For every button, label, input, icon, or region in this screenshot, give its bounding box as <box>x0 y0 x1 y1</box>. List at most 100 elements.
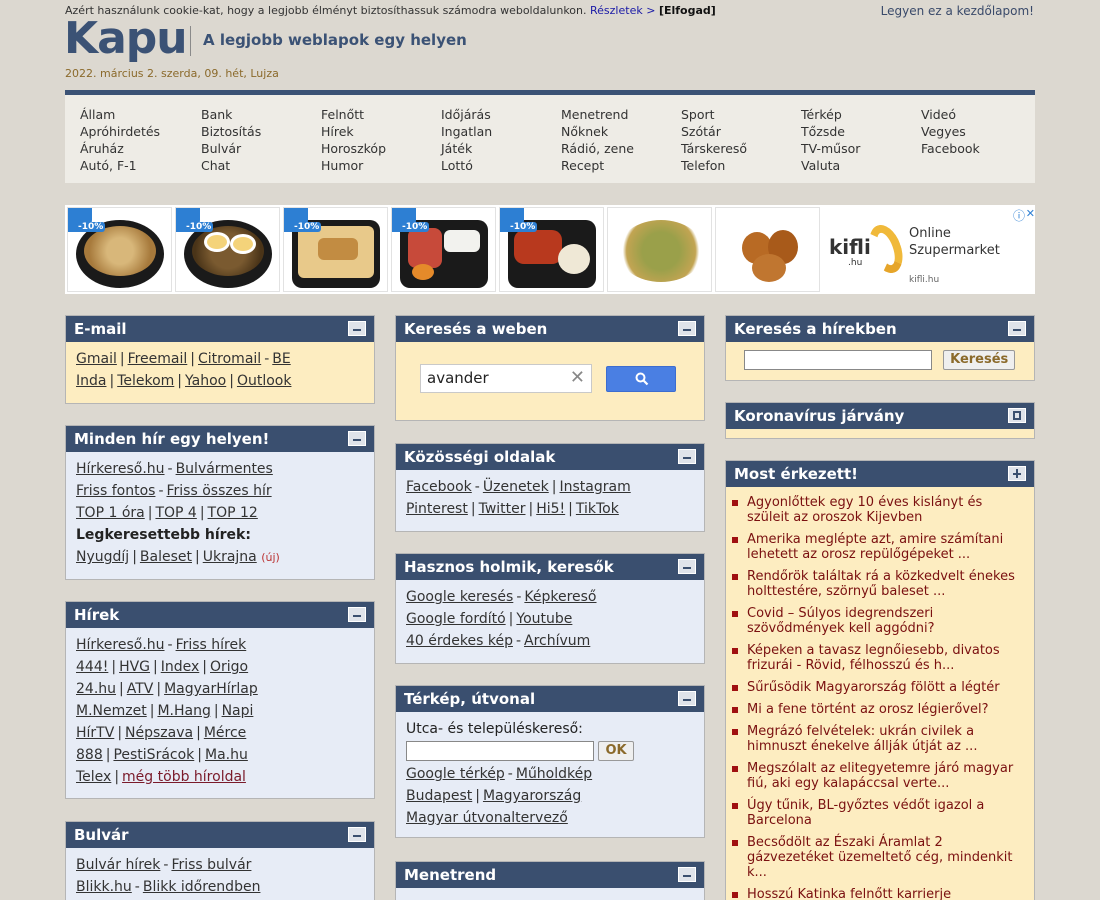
clear-icon[interactable]: ✕ <box>570 367 585 388</box>
minimize-icon[interactable] <box>678 867 696 882</box>
nav-link[interactable]: Telex <box>76 769 111 785</box>
nav-link[interactable]: Google keresés <box>406 589 513 605</box>
nav-link[interactable]: 24.hu <box>76 681 116 697</box>
nav-link[interactable]: M.Hang <box>157 703 210 719</box>
nav-link[interactable]: Képkereső <box>524 589 596 605</box>
news-item[interactable]: Agyonlőttek egy 10 éves kislányt és szül… <box>732 495 1022 525</box>
news-item[interactable]: Képeken a tavasz legnőiesebb, divatos fr… <box>732 643 1022 673</box>
minimize-icon[interactable] <box>348 431 366 446</box>
nav-link[interactable]: Hírkereső.hu <box>76 461 165 477</box>
nav-link[interactable]: BE <box>272 351 290 367</box>
nav-link[interactable]: Társkereső <box>681 140 747 157</box>
nav-link[interactable]: Hírkereső.hu <box>76 637 165 653</box>
news-item[interactable]: Megszólalt az elitegyetemre járó magyar … <box>732 761 1022 791</box>
ad-product-image[interactable] <box>715 207 820 292</box>
news-item[interactable]: Becsődölt az Északi Áramlat 2 gázvezeték… <box>732 835 1022 880</box>
minimize-icon[interactable] <box>348 321 366 336</box>
nav-link[interactable]: Hírek <box>321 123 386 140</box>
nav-link[interactable]: Chat <box>201 157 261 174</box>
nav-link[interactable]: Telefon <box>681 157 747 174</box>
nav-link[interactable]: még több híroldal <box>122 769 246 785</box>
ad-product-image[interactable]: -10% <box>391 207 496 292</box>
news-search-button[interactable]: Keresés <box>943 349 1016 370</box>
nav-link[interactable]: Blikk időrendben <box>143 879 261 895</box>
web-search-button[interactable] <box>606 366 676 392</box>
minimize-icon[interactable] <box>348 607 366 622</box>
nav-link[interactable]: Youtube <box>516 611 572 627</box>
nav-link[interactable]: Inda <box>76 373 106 389</box>
ad-product-image[interactable]: -10% <box>283 207 388 292</box>
nav-link[interactable]: Friss összes hír <box>167 483 272 499</box>
nav-link[interactable]: PestiSrácok <box>113 747 194 763</box>
news-item[interactable]: Hosszú Katinka felnőtt karrierje <box>732 887 1022 900</box>
nav-link[interactable]: Recept <box>561 157 634 174</box>
nav-link[interactable]: Nyugdíj <box>76 549 129 565</box>
news-item[interactable]: Sűrűsödik Magyarország fölött a légtér <box>732 680 1022 695</box>
nav-link[interactable]: Üzenetek <box>483 479 549 495</box>
nav-link[interactable]: Menetrend <box>561 106 634 123</box>
nav-link[interactable]: Időjárás <box>441 106 492 123</box>
nav-link[interactable]: Gmail <box>76 351 117 367</box>
nav-link[interactable]: Szótár <box>681 123 747 140</box>
ad-product-image[interactable]: -10% <box>175 207 280 292</box>
maximize-icon[interactable] <box>1008 408 1026 423</box>
nav-link[interactable]: Index <box>161 659 200 675</box>
nav-link[interactable]: M.Nemzet <box>76 703 147 719</box>
cookie-accept-button[interactable]: [Elfogad] <box>659 4 716 17</box>
expand-icon[interactable] <box>1008 466 1026 481</box>
nav-link[interactable]: Állam <box>80 106 160 123</box>
nav-link[interactable]: Freemail <box>128 351 188 367</box>
minimize-icon[interactable] <box>678 321 696 336</box>
nav-link[interactable]: Google térkép <box>406 766 505 782</box>
nav-link[interactable]: TOP 4 <box>155 505 196 521</box>
minimize-icon[interactable] <box>348 827 366 842</box>
nav-link[interactable]: Apróhirdetés <box>80 123 160 140</box>
nav-link[interactable]: Google fordító <box>406 611 506 627</box>
nav-link[interactable]: 888 <box>76 747 103 763</box>
news-item[interactable]: Amerika megléptе azt, amire számítani le… <box>732 532 1022 562</box>
nav-link[interactable]: Bulvármentes <box>176 461 273 477</box>
nav-link[interactable]: TV-műsor <box>801 140 860 157</box>
nav-link[interactable]: 40 érdekes kép <box>406 633 513 649</box>
nav-link[interactable]: Origo <box>210 659 248 675</box>
nav-link[interactable]: ATV <box>127 681 154 697</box>
nav-link[interactable]: MagyarHírlap <box>164 681 258 697</box>
nav-link[interactable]: Bulvár <box>201 140 261 157</box>
nav-link[interactable]: Baleset <box>140 549 192 565</box>
news-item[interactable]: Covid – Súlyos idegrendszeri szövődménye… <box>732 606 1022 636</box>
ad-banner[interactable]: -10% -10% -10% -10% -10% kifli .hu Onlin… <box>65 205 1035 294</box>
nav-link[interactable]: Hi5! <box>536 501 565 517</box>
nav-link[interactable]: Nőknek <box>561 123 634 140</box>
nav-link[interactable]: Térkép <box>801 106 860 123</box>
news-item[interactable]: Úgy tűnik, BL-győztes védőt igazol a Bar… <box>732 798 1022 828</box>
nav-link[interactable]: HírTV <box>76 725 114 741</box>
nav-link[interactable]: Citromail <box>198 351 261 367</box>
cookie-details-link[interactable]: Részletek > <box>590 4 655 17</box>
nav-link[interactable]: Friss bulvár <box>171 857 251 873</box>
nav-link[interactable]: TikTok <box>576 501 619 517</box>
info-icon[interactable]: ⓘ <box>1013 207 1025 224</box>
news-item[interactable]: Rendőrök találtak rá a közkedvelt énekes… <box>732 569 1022 599</box>
minimize-icon[interactable] <box>678 559 696 574</box>
nav-link[interactable]: Lottó <box>441 157 492 174</box>
nav-link[interactable]: Outlook <box>237 373 292 389</box>
nav-link[interactable]: Játék <box>441 140 492 157</box>
nav-link[interactable]: Mérce <box>204 725 246 741</box>
kifli-logo[interactable]: kifli <box>829 235 871 259</box>
nav-link[interactable]: Sport <box>681 106 747 123</box>
set-homepage-link[interactable]: Legyen ez a kezdőlapom! <box>881 4 1034 18</box>
street-search-ok-button[interactable]: OK <box>598 741 634 761</box>
nav-link[interactable]: Horoszkóp <box>321 140 386 157</box>
nav-link[interactable]: Ingatlan <box>441 123 492 140</box>
news-item[interactable]: Megrázó felvételek: ukrán civilek a himn… <box>732 724 1022 754</box>
nav-link[interactable]: Magyarország <box>483 788 581 804</box>
minimize-icon[interactable] <box>1008 321 1026 336</box>
nav-link[interactable]: Biztosítás <box>201 123 261 140</box>
nav-link[interactable]: Yahoo <box>185 373 226 389</box>
nav-link[interactable]: Valuta <box>801 157 860 174</box>
ad-product-image[interactable]: -10% <box>67 207 172 292</box>
nav-link[interactable]: Budapest <box>406 788 472 804</box>
nav-link[interactable]: Telekom <box>117 373 174 389</box>
nav-link[interactable]: Humor <box>321 157 386 174</box>
nav-link[interactable]: Blikk.hu <box>76 879 132 895</box>
